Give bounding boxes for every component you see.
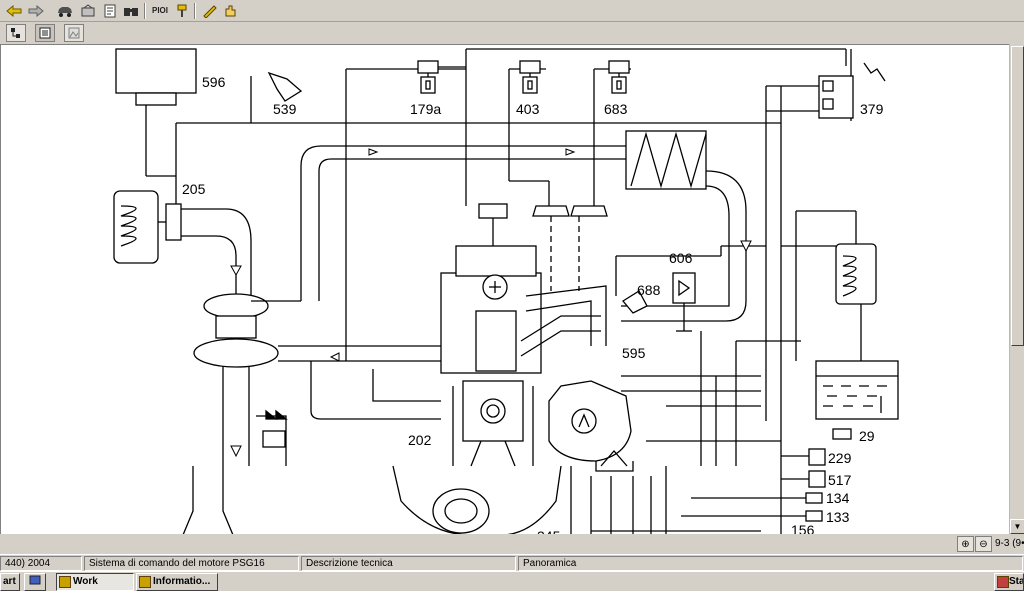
- task-information-label: Informatio...: [153, 576, 211, 587]
- highlight-button[interactable]: [200, 2, 220, 20]
- label-134: 134: [826, 490, 850, 506]
- app-icon: [139, 576, 151, 588]
- task-work-label: Work: [73, 576, 98, 587]
- task-right-label: Sta: [1009, 576, 1024, 587]
- view-toolbar: [0, 22, 1024, 44]
- label-517: 517: [828, 472, 852, 488]
- toolbar-separator: [194, 3, 196, 19]
- toolbar-separator: [144, 3, 146, 19]
- arrow-left-icon: [6, 5, 22, 17]
- tree-view-button[interactable]: [6, 24, 26, 42]
- label-596: 596: [202, 74, 226, 90]
- binoculars-icon: [124, 8, 138, 16]
- label-403: 403: [516, 101, 540, 117]
- label-595: 595: [622, 345, 646, 361]
- diagram-canvas[interactable]: 596 539 179a 403 683 379 205 606 688 595…: [0, 44, 1009, 534]
- image-icon: [68, 27, 80, 39]
- scroll-thumb[interactable]: [1011, 46, 1024, 346]
- zoom-label: 9-3 (9•: [995, 538, 1024, 549]
- document-view-button[interactable]: [35, 24, 55, 42]
- tree-icon: [11, 28, 20, 38]
- task-work[interactable]: Work: [56, 573, 134, 591]
- app-window: PIOI 596 539 179a 403 683 379 205 606 68…: [0, 0, 1024, 591]
- label-205: 205: [182, 181, 206, 197]
- parts-button[interactable]: [78, 2, 98, 20]
- back-button[interactable]: [4, 2, 24, 20]
- zoom-in-button[interactable]: ⊕: [957, 536, 974, 552]
- label-688: 688: [637, 282, 661, 298]
- task-information[interactable]: Informatio...: [136, 573, 218, 591]
- task-right[interactable]: Sta: [994, 573, 1024, 591]
- zoom-bar: ⊕ ⊖ 9-3 (9•: [0, 534, 1024, 554]
- vertical-scrollbar[interactable]: ▼: [1009, 44, 1024, 534]
- magnifier-icon: ⊖: [979, 538, 988, 550]
- zoom-out-button[interactable]: ⊖: [975, 536, 992, 552]
- car-button[interactable]: [55, 2, 75, 20]
- notes-button[interactable]: [100, 2, 120, 20]
- status-bar: 440) 2004 Sistema di comando del motore …: [0, 554, 1024, 571]
- engine-schematic: 596 539 179a 403 683 379 205 606 688 595…: [113, 48, 899, 534]
- label-683: 683: [604, 101, 628, 117]
- app-icon: [59, 576, 71, 588]
- tool-icon: [177, 4, 187, 17]
- arrow-right-icon: [28, 5, 44, 17]
- main-toolbar: PIOI: [0, 0, 1024, 22]
- status-model: 440) 2004: [0, 556, 82, 571]
- hand-button[interactable]: [221, 2, 241, 20]
- chevron-down-icon: ▼: [1013, 522, 1022, 531]
- label-379: 379: [860, 101, 884, 117]
- start-button[interactable]: art: [0, 573, 20, 591]
- label-133: 133: [826, 509, 850, 525]
- magnifier-icon: ⊕: [961, 538, 970, 550]
- desktop-icon: [29, 575, 41, 585]
- scroll-down-button[interactable]: ▼: [1010, 519, 1024, 534]
- car-icon: [58, 7, 72, 17]
- pencil-icon: [203, 5, 217, 18]
- notepad-icon: [104, 4, 116, 18]
- label-606: 606: [669, 250, 693, 266]
- graphic-view-button[interactable]: [64, 24, 84, 42]
- label-156: 156: [791, 522, 815, 534]
- status-view: Panoramica: [518, 556, 1023, 571]
- app-icon: [997, 576, 1009, 588]
- forward-button[interactable]: [26, 2, 46, 20]
- hand-pencil-icon: [225, 5, 236, 17]
- quicklaunch-icon[interactable]: [24, 573, 46, 591]
- label-29: 29: [859, 428, 875, 444]
- document-icon: [39, 27, 51, 39]
- status-doc-type: Descrizione tecnica: [301, 556, 516, 571]
- parts-icon: [81, 4, 95, 17]
- status-system: Sistema di comando del motore PSG16: [84, 556, 299, 571]
- label-179a: 179a: [410, 101, 441, 117]
- label-539: 539: [273, 101, 297, 117]
- taskbar: art Work Informatio... Sta: [0, 571, 1024, 591]
- pioi-button[interactable]: PIOI: [149, 2, 171, 20]
- label-229: 229: [828, 450, 852, 466]
- label-202: 202: [408, 432, 432, 448]
- search-button[interactable]: [121, 2, 141, 20]
- tool-button[interactable]: [172, 2, 192, 20]
